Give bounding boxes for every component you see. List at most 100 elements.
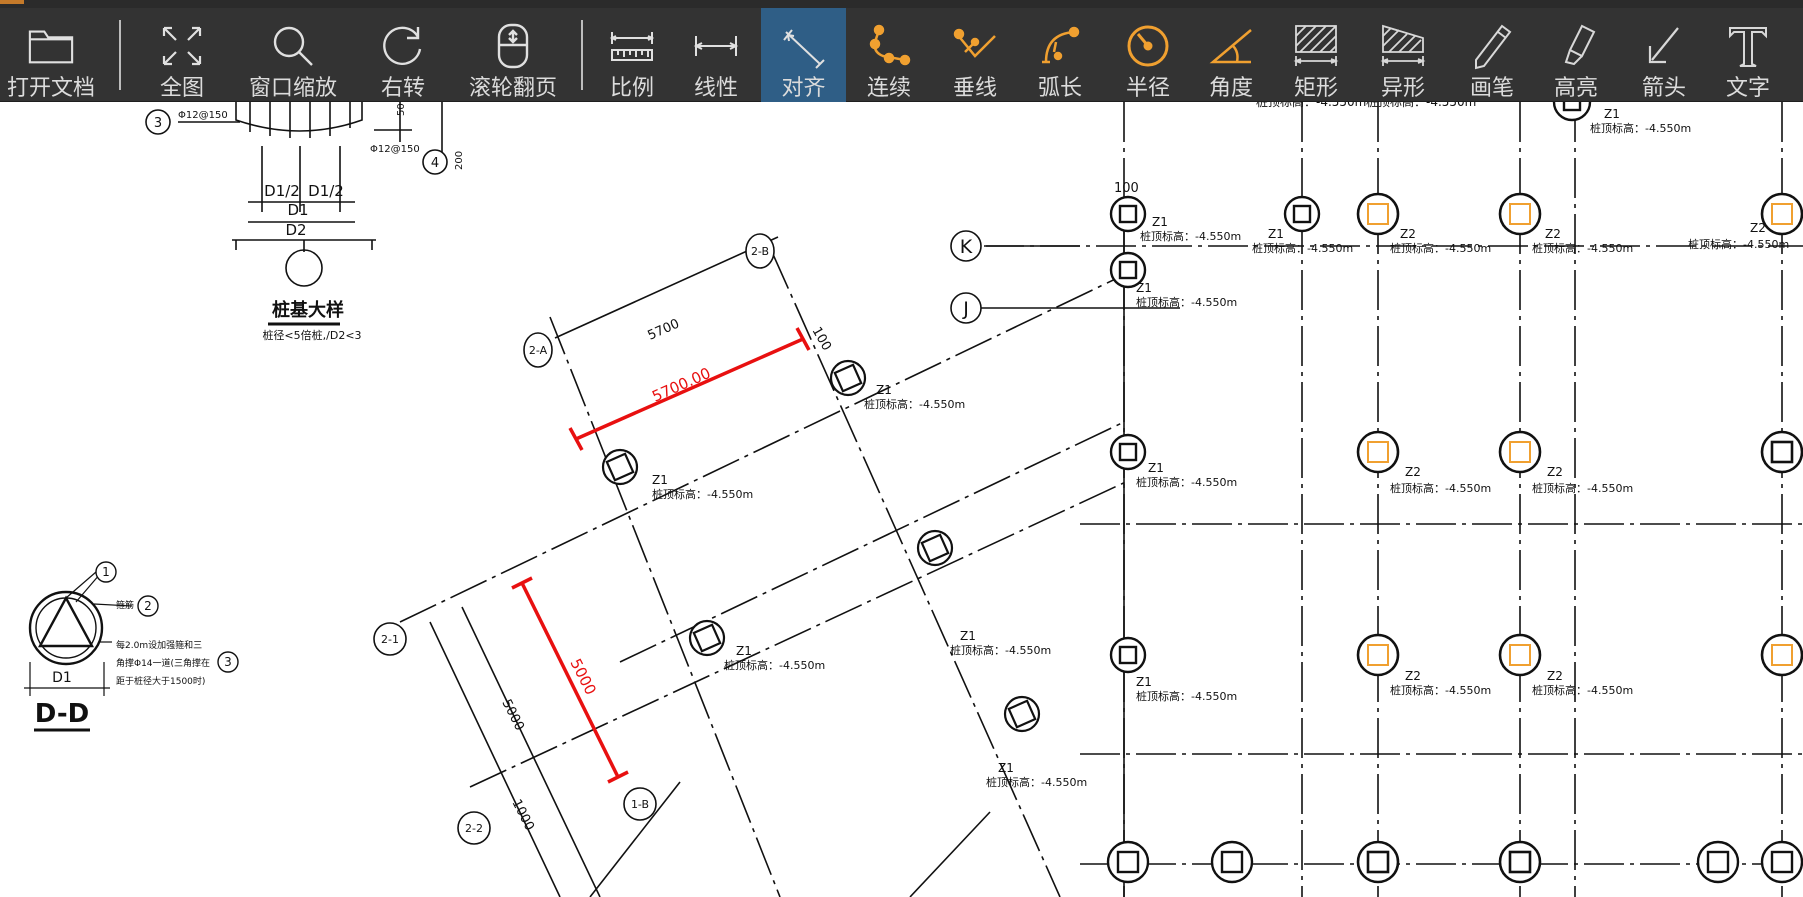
- rebar-label-b: Φ12@150: [370, 144, 420, 155]
- col-label: Z1: [876, 383, 892, 397]
- arc-length-icon: [1036, 22, 1084, 70]
- detail-d1-half: D1/2: [264, 182, 300, 200]
- col-elev: 桩顶标高：-4.550m: [1140, 229, 1241, 243]
- toolbar-separator: [581, 20, 583, 90]
- col-elev: 桩顶标高：-4.550m: [724, 658, 825, 672]
- pile-detail-title: 桩基大样: [272, 299, 344, 321]
- col-elev: 桩顶标高：-4.550m: [986, 775, 1087, 789]
- toolbar: 打开文档 全图 窗口缩放 右转 滚轮翻页 比例 线性 对齐 连续 垂线 弧长 半…: [0, 8, 1803, 102]
- col-elev: 桩顶标高：-4.550m: [1390, 481, 1491, 495]
- measure-label-5000: 5000: [566, 656, 599, 698]
- note-line-2: 角撑Φ14一道(三角撑在: [116, 657, 210, 669]
- dim-100: 100: [1114, 181, 1139, 196]
- drawing-canvas[interactable]: 5700.00 5000 5700 5000 1000 100 100 K J …: [0, 102, 1803, 897]
- app-icon: [0, 0, 24, 4]
- folder-icon: [27, 22, 75, 70]
- dd-title: D-D: [35, 699, 89, 729]
- pen-button[interactable]: 画笔: [1454, 8, 1530, 102]
- note-stirrup: 箍筋: [116, 599, 134, 611]
- col-elev-top: 桩顶标高：-4.550m: [1256, 102, 1366, 109]
- detail-d2: D2: [285, 221, 306, 239]
- measure-line-5000[interactable]: [520, 582, 620, 778]
- axis-label-2a: 2-A: [529, 344, 548, 357]
- dim-100b: 100: [809, 325, 834, 354]
- highlighter-icon: [1552, 22, 1600, 70]
- axis-label-2-1: 2-1: [381, 633, 399, 646]
- radius-icon: [1124, 22, 1172, 70]
- dim-line-5000: [429, 621, 561, 897]
- detail-dim-200: 200: [454, 151, 465, 170]
- axis-label-j: J: [962, 298, 969, 320]
- scale-button[interactable]: 比例: [596, 8, 668, 102]
- col-elev: 桩顶标高：-4.550m: [652, 487, 753, 501]
- linear-measure-button[interactable]: 线性: [680, 8, 752, 102]
- rebar-label-a: Φ12@150: [178, 110, 228, 121]
- col-label: Z1: [1148, 461, 1164, 475]
- continuous-measure-label: 连续: [866, 76, 911, 101]
- continuous-measure-button[interactable]: 连续: [851, 8, 927, 102]
- arc-length-button[interactable]: 弧长: [1022, 8, 1098, 102]
- rotate-right-icon: [379, 22, 427, 70]
- text-button[interactable]: 文字: [1710, 8, 1786, 102]
- col-elev: 桩顶标高：-4.550m: [1532, 683, 1633, 697]
- col-label: Z1: [1268, 227, 1284, 241]
- dim-5000: 5000: [498, 697, 526, 733]
- aligned-measure-button[interactable]: 对齐: [761, 8, 846, 102]
- radius-label: 半径: [1125, 76, 1170, 101]
- col-elev: 桩顶标高：-4.550m: [1136, 295, 1237, 309]
- axis-label-k: K: [960, 236, 973, 258]
- text-label: 文字: [1725, 76, 1770, 101]
- zoom-window-label: 窗口缩放: [248, 76, 337, 101]
- dd-d1: D1: [52, 670, 72, 686]
- radius-button[interactable]: 半径: [1110, 8, 1186, 102]
- axis-label-1b: 1-B: [631, 798, 649, 811]
- highlight-button[interactable]: 高亮: [1538, 8, 1614, 102]
- continuous-measure-icon: [865, 22, 913, 70]
- note-line-1: 每2.0m设加强箍和三: [116, 639, 202, 651]
- arrow-button[interactable]: 箭头: [1626, 8, 1702, 102]
- col-label: Z1: [1136, 675, 1152, 689]
- col-label: Z1: [1152, 215, 1168, 229]
- col-elev: 桩顶标高：-4.550m: [950, 643, 1051, 657]
- col-label: Z2: [1405, 669, 1421, 683]
- callout-4-label: 4: [431, 156, 439, 171]
- wheel-page-button[interactable]: 滚轮翻页: [458, 8, 568, 102]
- col-label: Z1: [1604, 107, 1620, 121]
- highlight-label: 高亮: [1553, 76, 1598, 101]
- linear-measure-icon: [692, 22, 740, 70]
- col-elev: 桩顶标高：-4.550m: [1252, 241, 1353, 255]
- irregular-area-icon: [1379, 22, 1427, 70]
- fit-all-button[interactable]: 全图: [140, 8, 224, 102]
- col-elev: 桩顶标高：-4.550m: [1532, 241, 1633, 255]
- perpendicular-button[interactable]: 垂线: [937, 8, 1013, 102]
- pen-icon: [1468, 22, 1516, 70]
- axis-label-2b: 2-B: [751, 245, 769, 258]
- perpendicular-icon: [951, 22, 999, 70]
- col-label: Z2: [1545, 227, 1561, 241]
- arc-length-label: 弧长: [1037, 76, 1082, 101]
- angle-button[interactable]: 角度: [1193, 8, 1269, 102]
- zoom-window-button[interactable]: 窗口缩放: [240, 8, 346, 102]
- note-line-3: 距于桩径大于1500时): [116, 675, 205, 687]
- col-elev: 桩顶标高：-4.550m: [1532, 481, 1633, 495]
- rotate-right-button[interactable]: 右转: [360, 8, 446, 102]
- col-elev: 桩顶标高：-4.550m: [1688, 237, 1789, 251]
- col-elev: 桩顶标高：-4.550m: [1390, 683, 1491, 697]
- title-bar: [0, 0, 1803, 8]
- rotate-right-label: 右转: [380, 76, 425, 101]
- irregular-area-button[interactable]: 异形: [1365, 8, 1441, 102]
- detail-d1-half-b: D1/2: [308, 182, 344, 200]
- pen-label: 画笔: [1469, 76, 1514, 101]
- rect-area-icon: [1292, 22, 1340, 70]
- columns-rotated: [601, 359, 1041, 733]
- angle-icon: [1207, 22, 1255, 70]
- aligned-measure-label: 对齐: [781, 76, 826, 101]
- scale-label: 比例: [609, 76, 654, 101]
- col-label: Z2: [1547, 669, 1563, 683]
- col-elev-top: 桩顶标高：-4.550m: [1366, 102, 1476, 109]
- wheel-page-label: 滚轮翻页: [468, 76, 557, 101]
- rect-area-button[interactable]: 矩形: [1278, 8, 1354, 102]
- columns-z2: [1356, 192, 1803, 884]
- open-document-button[interactable]: 打开文档: [0, 8, 102, 102]
- detail-dim-50: 50: [396, 103, 407, 116]
